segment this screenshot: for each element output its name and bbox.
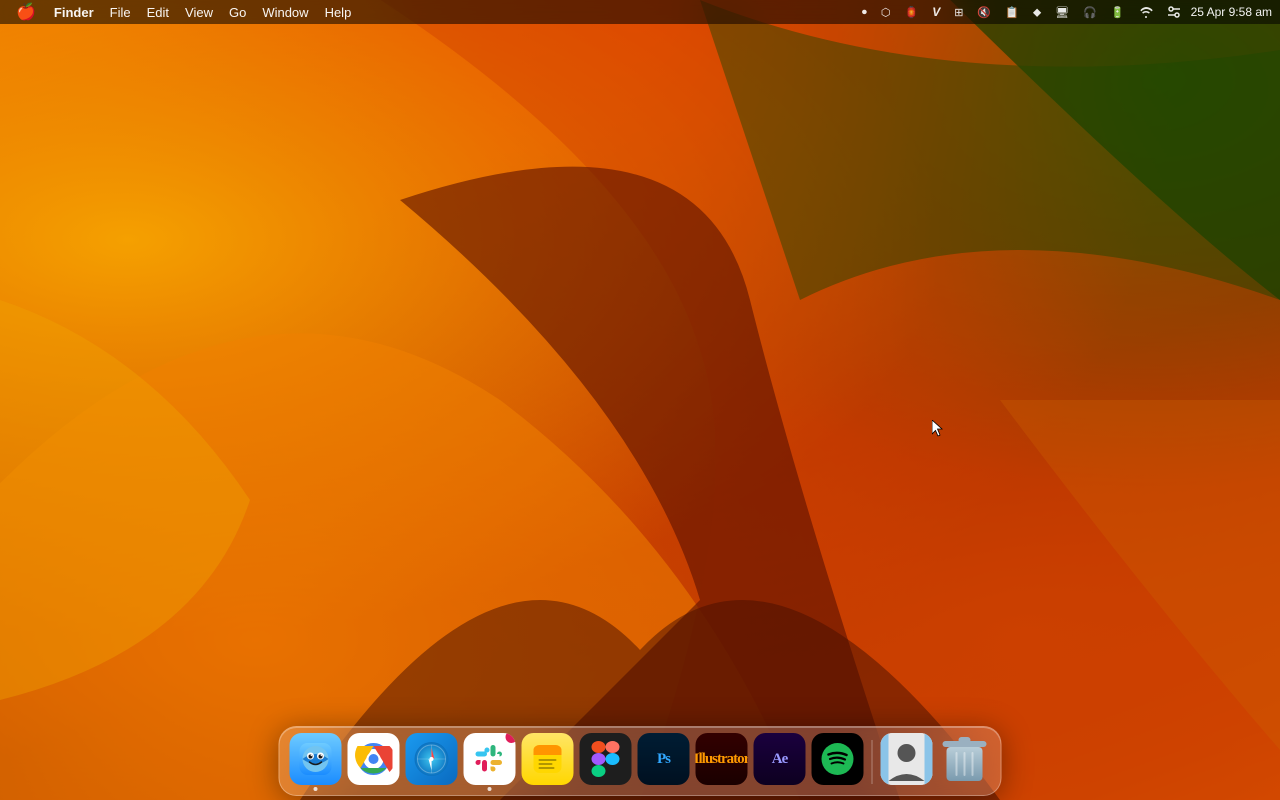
pockity-icon[interactable]: 🏮 (900, 4, 922, 21)
dock-item-chrome[interactable] (348, 733, 400, 791)
wallpaper-svg (0, 0, 1280, 800)
dock-item-illustrator[interactable]: Illustrator (696, 733, 748, 791)
dock: Ps Illustrator Ae (279, 726, 1002, 796)
display-icon[interactable]: 🖥 (1051, 4, 1073, 21)
edit-menu[interactable]: Edit (141, 3, 175, 22)
clipboard-icon[interactable]: 📋 (1001, 4, 1023, 21)
apple-menu[interactable]: 🍎 (8, 2, 44, 22)
dock-container: Ps Illustrator Ae (279, 726, 1002, 800)
dock-item-aftereffects[interactable]: Ae (754, 733, 806, 791)
dock-item-finder[interactable] (290, 733, 342, 791)
go-menu[interactable]: Go (223, 3, 252, 22)
help-menu[interactable]: Help (319, 3, 358, 22)
menubar: 🍎 Finder File Edit View Go Window Help ⏺… (0, 0, 1280, 24)
vectorize-icon[interactable]: V (928, 3, 944, 21)
dock-item-trash[interactable] (939, 733, 991, 791)
controlcenter-icon[interactable] (1163, 3, 1185, 21)
record-icon[interactable]: ⏺ (858, 5, 871, 20)
dock-item-notes[interactable] (522, 733, 574, 791)
menubar-left: 🍎 Finder File Edit View Go Window Help (8, 2, 357, 22)
desktop-wallpaper (0, 0, 1280, 800)
dock-item-spotify[interactable] (812, 733, 864, 791)
datetime: 25 Apr 9:58 am (1191, 5, 1272, 19)
mute-icon[interactable]: 🔇 (973, 4, 995, 21)
dock-separator (872, 740, 873, 784)
view-menu[interactable]: View (179, 3, 219, 22)
dock-item-figma[interactable] (580, 733, 632, 791)
dock-item-contacts[interactable] (881, 733, 933, 791)
finder-dot (314, 787, 318, 791)
ai-label: Illustrator (696, 751, 748, 768)
window-menu[interactable]: Window (256, 3, 314, 22)
file-menu[interactable]: File (104, 3, 137, 22)
headphones-icon[interactable]: 🎧 (1079, 4, 1101, 21)
finder-menu[interactable]: Finder (48, 3, 100, 22)
slack-dot (488, 787, 492, 791)
menubar-right: ⏺ ⬡ 🏮 V ⊞ 🔇 📋 ⬥ 🖥 🎧 🔋 25 Apr 9:58 am (858, 3, 1272, 22)
wifi-icon[interactable] (1135, 5, 1157, 20)
dock-item-photoshop[interactable]: Ps (638, 733, 690, 791)
dock-item-slack[interactable] (464, 733, 516, 791)
magnet-icon[interactable]: ⊞ (950, 4, 967, 21)
tapo-icon[interactable]: ⬡ (877, 4, 895, 21)
dock-item-safari[interactable] (406, 733, 458, 791)
bluetooth-icon[interactable]: ⬥ (1029, 3, 1045, 22)
battery-icon[interactable]: 🔋 (1107, 4, 1129, 21)
